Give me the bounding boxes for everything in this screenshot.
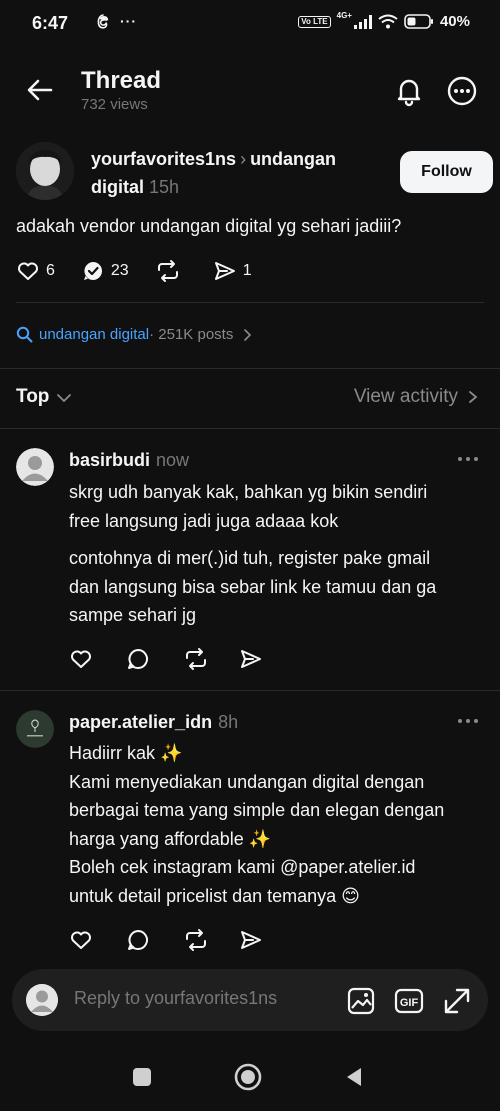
system-navigation-bar — [0, 1040, 500, 1111]
like-count: 6 — [46, 262, 55, 279]
avatar-photo — [16, 142, 74, 200]
comment-button[interactable]: 23 — [81, 259, 129, 283]
composer-avatar — [26, 984, 58, 1016]
topic-name: undangan digital — [39, 326, 150, 343]
reply-input[interactable]: Reply to yourfavorites1ns — [74, 988, 277, 1009]
post-text: adakah vendor undangan digital yg sehari… — [16, 216, 402, 236]
reply-text: contohnya di mer(.)id tuh, register pake… — [69, 548, 437, 625]
post-author-avatar[interactable] — [16, 142, 74, 200]
comment-icon[interactable] — [126, 928, 150, 952]
status-bar: 6:47 ··· Vo LTE 4G+ 40% — [0, 0, 500, 50]
threads-logo-icon — [97, 14, 109, 29]
reply-avatar[interactable] — [16, 710, 54, 748]
repost-button[interactable] — [155, 259, 187, 283]
default-avatar-icon — [26, 984, 58, 1016]
reply-time: now — [156, 450, 190, 470]
brand-logo-avatar — [16, 710, 54, 748]
reply-more-icon[interactable] — [456, 454, 480, 464]
reply-time: 8h — [218, 712, 239, 732]
share-button[interactable]: 1 — [213, 259, 252, 283]
divider — [0, 368, 500, 369]
signal-icon — [353, 14, 372, 29]
view-activity-link[interactable]: View activity — [354, 386, 480, 408]
battery-icon — [404, 14, 433, 29]
send-icon — [214, 262, 235, 280]
svg-text:GIF: GIF — [400, 997, 419, 1009]
heart-icon — [18, 262, 38, 280]
wifi-icon — [378, 14, 398, 29]
thread-header: Thread 732 views — [0, 60, 500, 122]
reply-header: basirbudi now — [69, 450, 189, 471]
network-type: 4G+ — [336, 11, 352, 20]
comment-icon[interactable] — [126, 647, 150, 671]
follow-button[interactable]: Follow — [400, 151, 493, 193]
status-notification-icons: ··· — [96, 13, 137, 29]
comment-count: 23 — [110, 262, 129, 279]
image-icon[interactable] — [345, 985, 377, 1017]
reply-text: skrg udh banyak kak, bahkan yg bikin sen… — [69, 482, 428, 531]
post-author-username[interactable]: yourfavorites1ns — [91, 149, 236, 169]
divider — [16, 302, 484, 303]
reply-avatar[interactable] — [16, 448, 54, 486]
back-arrow-icon[interactable] — [24, 74, 56, 106]
send-icon[interactable] — [239, 647, 263, 671]
battery-level: 40% — [439, 13, 470, 30]
repost-icon — [157, 260, 178, 282]
post-header: yourfavorites1ns › undangan digital 15h — [91, 145, 381, 201]
home-circle-icon[interactable] — [233, 1062, 263, 1092]
sort-dropdown[interactable]: Top — [16, 386, 73, 408]
reply-text: Hadiirr kak ✨ Kami menyediakan undangan … — [69, 743, 445, 906]
chevron-down-icon — [57, 394, 72, 403]
topic-row[interactable]: undangan digital · 251K posts — [16, 326, 253, 343]
page-title: Thread — [81, 67, 162, 94]
reply-header: paper.atelier_idn 8h — [69, 712, 238, 733]
view-activity-label: View activity — [353, 386, 458, 407]
status-time: 6:47 — [32, 13, 69, 33]
divider — [0, 690, 500, 691]
back-triangle-icon[interactable] — [339, 1062, 369, 1092]
reply-username[interactable]: basirbudi — [69, 450, 150, 470]
gif-icon[interactable]: GIF — [393, 985, 425, 1017]
search-icon — [16, 326, 33, 343]
send-icon[interactable] — [239, 928, 263, 952]
chevron-right-icon — [244, 328, 252, 341]
reply-composer[interactable]: Reply to yourfavorites1ns GIF — [12, 969, 488, 1031]
more-notifications-icon: ··· — [120, 13, 137, 29]
volte-icon: Vo LTE — [298, 15, 331, 28]
sort-label: Top — [16, 386, 50, 407]
thread-screen: 6:47 ··· Vo LTE 4G+ 40% Thread 732 views… — [0, 0, 500, 1111]
repost-icon[interactable] — [183, 928, 209, 952]
reply-username[interactable]: paper.atelier_idn — [69, 712, 212, 732]
topic-separator: › — [240, 149, 247, 169]
heart-icon[interactable] — [69, 928, 93, 952]
comment-check-icon — [83, 262, 102, 280]
status-right-icons: Vo LTE 4G+ 40% — [298, 11, 470, 30]
recents-square-icon[interactable] — [127, 1062, 157, 1092]
like-button[interactable]: 6 — [16, 259, 55, 283]
default-avatar-icon — [16, 448, 54, 486]
more-options-icon[interactable] — [446, 75, 478, 107]
repost-icon[interactable] — [183, 647, 209, 671]
expand-icon[interactable] — [441, 985, 473, 1017]
chevron-right-icon — [469, 391, 478, 403]
view-count: 732 views — [81, 96, 148, 113]
share-count: 1 — [242, 262, 252, 279]
post-actions: 6 23 1 — [16, 259, 278, 283]
heart-icon[interactable] — [69, 647, 93, 671]
reply-more-icon[interactable] — [456, 716, 480, 726]
post-time: 15h — [149, 177, 180, 197]
topic-post-count: · 251K posts — [149, 326, 234, 343]
divider — [0, 428, 500, 429]
bell-icon[interactable] — [393, 75, 425, 107]
reply-actions — [69, 647, 263, 671]
reply-actions — [69, 928, 263, 952]
